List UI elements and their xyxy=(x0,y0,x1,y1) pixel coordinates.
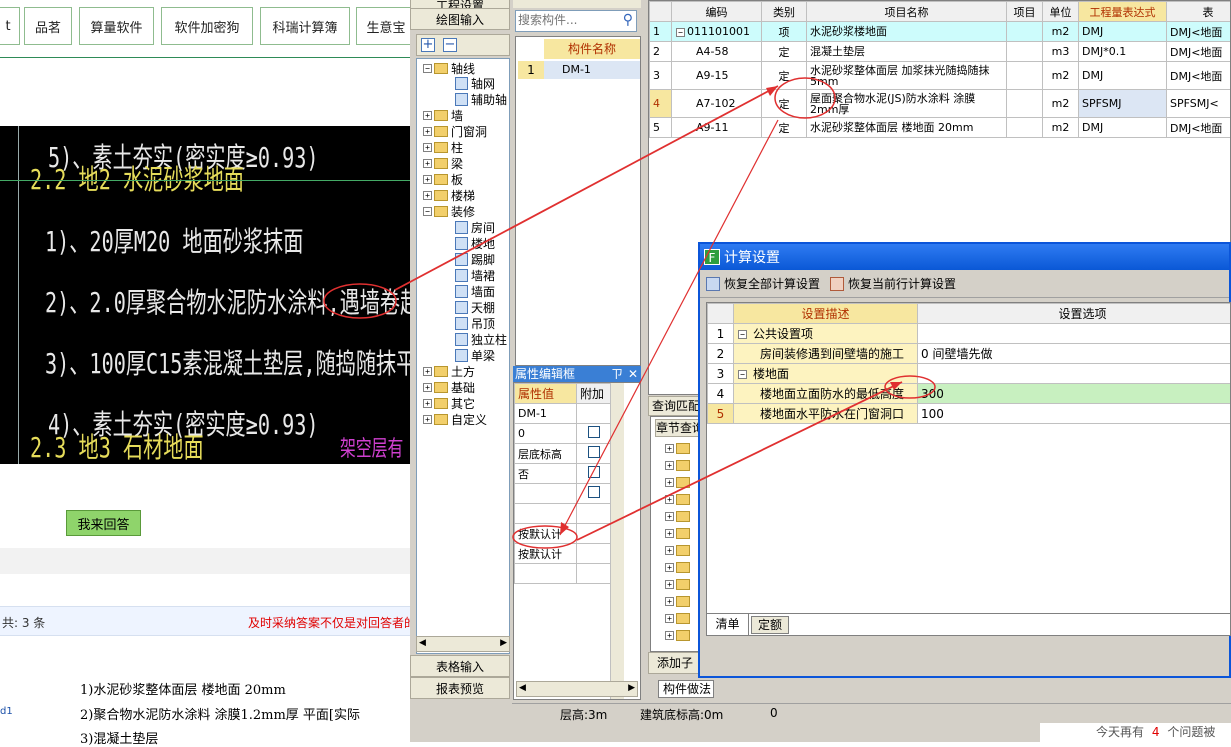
annotation-arrow xyxy=(560,120,778,535)
annotation-circle xyxy=(324,284,396,318)
annotation-arrow xyxy=(577,382,902,540)
annotation-arrow xyxy=(395,86,778,290)
annotation-circle xyxy=(513,526,577,548)
annotation-overlay xyxy=(0,0,1231,742)
annotation-circle xyxy=(775,78,835,118)
